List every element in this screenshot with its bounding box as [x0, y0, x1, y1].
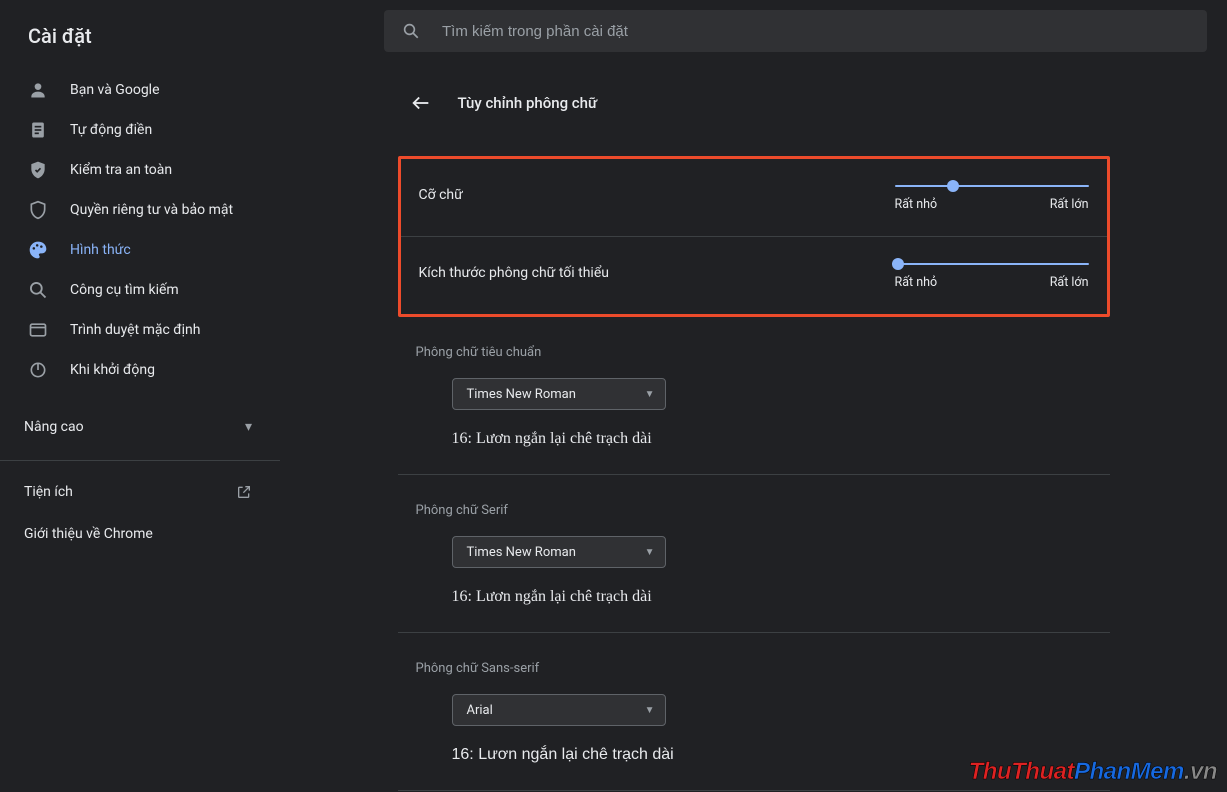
shield-icon: [28, 200, 48, 220]
slider-max-label: Rất lớn: [1050, 275, 1089, 290]
slider-max-label: Rất lớn: [1050, 197, 1089, 212]
sidebar-item-label: Công cụ tìm kiếm: [70, 282, 179, 298]
page-title: Tùy chỉnh phông chữ: [458, 94, 598, 112]
serif-font-section: Phông chữ Serif Times New Roman ▼ 16: Lư…: [398, 475, 1110, 633]
font-sliders-card: Cỡ chữ Rất nhỏ Rất lớn Kích thước phông …: [398, 156, 1110, 317]
main-content: Tùy chỉnh phông chữ Cỡ chữ Rất nhỏ Rất l…: [280, 0, 1227, 792]
sidebar-item-label: Bạn và Google: [70, 82, 160, 98]
serif-font-dropdown[interactable]: Times New Roman ▼: [452, 536, 666, 568]
min-font-size-label: Kích thước phông chữ tối thiểu: [419, 265, 609, 281]
slider-min-label: Rất nhỏ: [895, 275, 938, 290]
person-icon: [28, 80, 48, 100]
sidebar-item-label: Kiểm tra an toàn: [70, 162, 172, 178]
sidebar-extensions-label: Tiện ích: [24, 484, 73, 500]
serif-font-label: Phông chữ Serif: [416, 503, 1110, 518]
palette-icon: [28, 240, 48, 260]
open-in-new-icon: [236, 484, 252, 500]
power-icon: [28, 360, 48, 380]
slider-min-label: Rất nhỏ: [895, 197, 938, 212]
page-header: Tùy chỉnh phông chữ: [398, 86, 1110, 120]
dropdown-value: Times New Roman: [467, 545, 576, 560]
back-button[interactable]: [404, 86, 438, 120]
standard-font-dropdown[interactable]: Times New Roman ▼: [452, 378, 666, 410]
standard-font-sample: 16: Lươn ngắn lại chê trạch dài: [452, 430, 1110, 448]
sidebar-item-safety-check[interactable]: Kiểm tra an toàn: [0, 150, 280, 190]
sidebar-item-search-engine[interactable]: Công cụ tìm kiếm: [0, 270, 280, 310]
serif-font-sample: 16: Lươn ngắn lại chê trạch dài: [452, 588, 1110, 606]
dropdown-value: Times New Roman: [467, 387, 576, 402]
clipboard-icon: [28, 120, 48, 140]
sidebar-about-link[interactable]: Giới thiệu về Chrome: [0, 513, 280, 555]
sans-font-label: Phông chữ Sans-serif: [416, 661, 1110, 676]
sidebar-item-label: Quyền riêng tư và bảo mật: [70, 202, 233, 218]
sidebar-extensions-link[interactable]: Tiện ích: [0, 471, 280, 513]
safety-check-icon: [28, 160, 48, 180]
search-icon: [402, 22, 420, 40]
sidebar-item-you-and-google[interactable]: Bạn và Google: [0, 70, 280, 110]
sidebar: Cài đặt Bạn và Google Tự động điền Kiểm …: [0, 0, 280, 792]
app-title: Cài đặt: [0, 18, 280, 70]
font-size-label: Cỡ chữ: [419, 187, 463, 203]
font-size-row: Cỡ chữ Rất nhỏ Rất lớn: [401, 159, 1107, 237]
sidebar-item-autofill[interactable]: Tự động điền: [0, 110, 280, 150]
standard-font-section: Phông chữ tiêu chuẩn Times New Roman ▼ 1…: [398, 317, 1110, 475]
sidebar-item-default-browser[interactable]: Trình duyệt mặc định: [0, 310, 280, 350]
standard-font-label: Phông chữ tiêu chuẩn: [416, 345, 1110, 360]
chevron-down-icon: ▼: [645, 389, 655, 400]
search-icon: [28, 280, 48, 300]
sidebar-item-label: Trình duyệt mặc định: [70, 322, 201, 338]
min-font-size-row: Kích thước phông chữ tối thiểu Rất nhỏ R…: [401, 237, 1107, 314]
sidebar-advanced-toggle[interactable]: Nâng cao ▾: [0, 404, 280, 450]
font-size-slider[interactable]: Rất nhỏ Rất lớn: [895, 177, 1089, 212]
chevron-down-icon: ▾: [245, 419, 252, 435]
sidebar-about-label: Giới thiệu về Chrome: [24, 526, 153, 542]
search-input[interactable]: [442, 23, 1189, 40]
sidebar-advanced-label: Nâng cao: [24, 419, 84, 435]
sidebar-item-label: Khi khởi động: [70, 362, 155, 378]
chevron-down-icon: ▼: [645, 705, 655, 716]
sidebar-item-startup[interactable]: Khi khởi động: [0, 350, 280, 390]
sidebar-item-label: Hình thức: [70, 242, 131, 258]
sans-font-dropdown[interactable]: Arial ▼: [452, 694, 666, 726]
browser-icon: [28, 320, 48, 340]
chevron-down-icon: ▼: [645, 547, 655, 558]
sidebar-item-label: Tự động điền: [70, 122, 152, 138]
settings-search-bar[interactable]: [384, 10, 1207, 52]
min-font-size-slider[interactable]: Rất nhỏ Rất lớn: [895, 255, 1089, 290]
sidebar-item-appearance[interactable]: Hình thức: [0, 230, 280, 270]
dropdown-value: Arial: [467, 703, 493, 718]
sidebar-divider: [0, 460, 280, 461]
sidebar-item-privacy[interactable]: Quyền riêng tư và bảo mật: [0, 190, 280, 230]
watermark: ThuThuatPhanMem.vn: [969, 758, 1217, 786]
